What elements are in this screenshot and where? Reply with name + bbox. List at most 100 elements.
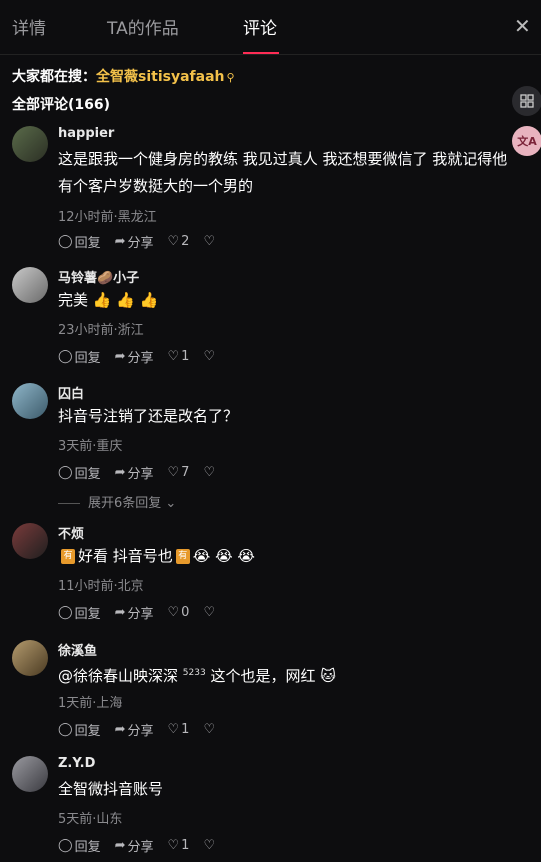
- heart-icon: ♡: [167, 722, 180, 737]
- share-label: 分享: [127, 351, 154, 366]
- mention-mark: 5233: [182, 668, 206, 678]
- broken-heart-icon: ♡: [203, 234, 216, 249]
- comment-text: 抖音号注销了还是改名了？: [58, 407, 239, 425]
- share-button[interactable]: ➦ 分享: [115, 463, 154, 482]
- like-button[interactable]: ♡ 0: [168, 605, 190, 620]
- reply-label: 回复: [74, 351, 101, 366]
- share-icon: ➦: [114, 234, 126, 249]
- chevron-down-icon: ⌄: [161, 496, 177, 511]
- share-icon: ➦: [114, 349, 126, 364]
- dislike-button[interactable]: ♡: [203, 838, 215, 853]
- search-prefix: 大家都在搜：: [12, 69, 96, 85]
- broken-heart-icon: ♡: [203, 605, 216, 620]
- like-button[interactable]: ♡ 1: [168, 722, 190, 737]
- avatar[interactable]: [12, 523, 48, 559]
- commenter-name[interactable]: 徐溪鱼: [58, 640, 97, 659]
- like-button[interactable]: ♡ 2: [168, 234, 190, 249]
- share-label: 分享: [127, 236, 154, 251]
- mention-link[interactable]: @徐徐春山映深深: [58, 667, 178, 685]
- close-icon[interactable]: ✕: [514, 14, 531, 38]
- avatar[interactable]: [12, 267, 48, 303]
- reply-icon: ◯: [58, 838, 73, 853]
- tab-comments[interactable]: 评论: [243, 14, 277, 39]
- broken-heart-icon: ♡: [203, 722, 216, 737]
- emoji-icon: 有: [61, 549, 75, 564]
- comment-meta: 3天前·重庆: [58, 439, 123, 454]
- search-term[interactable]: 全智薇sitisyafaah: [96, 69, 224, 85]
- emoji-icon: 有: [175, 549, 190, 564]
- reply-label: 回复: [74, 467, 101, 482]
- comment-actions: ◯ 回复 ➦ 分享 ♡ 2 ♡: [58, 232, 215, 251]
- avatar[interactable]: [12, 383, 48, 419]
- dislike-button[interactable]: ♡: [203, 722, 215, 737]
- share-icon: ➦: [114, 465, 126, 480]
- comment-text: 有好看 抖音号也有 😭 😭 😭: [58, 543, 518, 570]
- share-button[interactable]: ➦ 分享: [115, 232, 154, 251]
- share-button[interactable]: ➦ 分享: [115, 603, 154, 622]
- share-label: 分享: [127, 840, 154, 855]
- expand-replies-button[interactable]: 展开6条回复 ⌄: [58, 492, 176, 511]
- like-count: 1: [181, 349, 190, 364]
- avatar[interactable]: [12, 756, 48, 792]
- broken-heart-icon: ♡: [203, 349, 216, 364]
- like-button[interactable]: ♡ 1: [168, 349, 190, 364]
- reply-icon: ◯: [58, 349, 73, 364]
- comment-text: @徐徐春山映深深 5233 这个也是，网红 🐱: [58, 660, 518, 690]
- reply-button[interactable]: ◯ 回复: [58, 836, 101, 855]
- comment-count-label: 全部评论: [12, 97, 68, 113]
- comment-text-part: 😭 😭 😭: [192, 547, 255, 565]
- dislike-button[interactable]: ♡: [203, 465, 215, 480]
- dislike-button[interactable]: ♡: [203, 234, 215, 249]
- commenter-name[interactable]: Z.Y.D: [58, 756, 95, 771]
- tab-works[interactable]: TA的作品: [107, 14, 179, 39]
- avatar[interactable]: [12, 640, 48, 676]
- like-count: 1: [181, 722, 190, 737]
- like-count: 2: [181, 234, 190, 249]
- reply-button[interactable]: ◯ 回复: [58, 463, 101, 482]
- comment-actions: ◯ 回复 ➦ 分享 ♡ 1 ♡: [58, 720, 215, 739]
- divider: [58, 503, 80, 504]
- comment-actions: ◯ 回复 ➦ 分享 ♡ 7 ♡: [58, 463, 215, 482]
- share-label: 分享: [127, 724, 154, 739]
- share-icon: ➦: [114, 605, 126, 620]
- share-button[interactable]: ➦ 分享: [115, 347, 154, 366]
- comment-meta: 1天前·上海: [58, 696, 123, 711]
- like-count: 0: [181, 605, 190, 620]
- share-icon: ➦: [114, 722, 126, 737]
- avatar[interactable]: [12, 126, 48, 162]
- heart-icon: ♡: [167, 349, 180, 364]
- commenter-name[interactable]: happier: [58, 126, 114, 141]
- comment-text: 全智微抖音账号: [58, 780, 164, 798]
- share-icon: ➦: [114, 838, 126, 853]
- comment-meta: 12小时前·黑龙江: [58, 210, 157, 225]
- commenter-name[interactable]: 不烦: [58, 523, 84, 542]
- tab-details[interactable]: 详情: [12, 14, 46, 39]
- grid-icon[interactable]: [512, 86, 541, 116]
- like-count: 1: [181, 838, 190, 853]
- like-count: 7: [181, 465, 190, 480]
- reply-button[interactable]: ◯ 回复: [58, 232, 101, 251]
- active-tab-indicator: [243, 52, 279, 54]
- reply-button[interactable]: ◯ 回复: [58, 720, 101, 739]
- reply-button[interactable]: ◯ 回复: [58, 347, 101, 366]
- comment-actions: ◯ 回复 ➦ 分享 ♡ 0 ♡: [58, 603, 215, 622]
- comment-count-value: (166): [68, 97, 111, 113]
- heart-icon: ♡: [167, 234, 180, 249]
- reply-icon: ◯: [58, 465, 73, 480]
- comment-actions: ◯ 回复 ➦ 分享 ♡ 1 ♡: [58, 836, 215, 855]
- like-button[interactable]: ♡ 7: [168, 465, 190, 480]
- dislike-button[interactable]: ♡: [203, 605, 215, 620]
- heart-icon: ♡: [167, 838, 180, 853]
- share-button[interactable]: ➦ 分享: [115, 720, 154, 739]
- reply-button[interactable]: ◯ 回复: [58, 603, 101, 622]
- search-suggestion[interactable]: 大家都在搜：全智薇sitisyafaah ⚲: [12, 66, 235, 86]
- commenter-name[interactable]: 马铃薯🥔小子: [58, 267, 139, 286]
- expand-replies-label: 展开6条回复: [88, 496, 162, 511]
- dislike-button[interactable]: ♡: [203, 349, 215, 364]
- share-label: 分享: [127, 467, 154, 482]
- share-button[interactable]: ➦ 分享: [115, 836, 154, 855]
- reply-icon: ◯: [58, 605, 73, 620]
- like-button[interactable]: ♡ 1: [168, 838, 190, 853]
- commenter-name[interactable]: 囚白: [58, 383, 84, 402]
- comment-meta: 23小时前·浙江: [58, 323, 144, 338]
